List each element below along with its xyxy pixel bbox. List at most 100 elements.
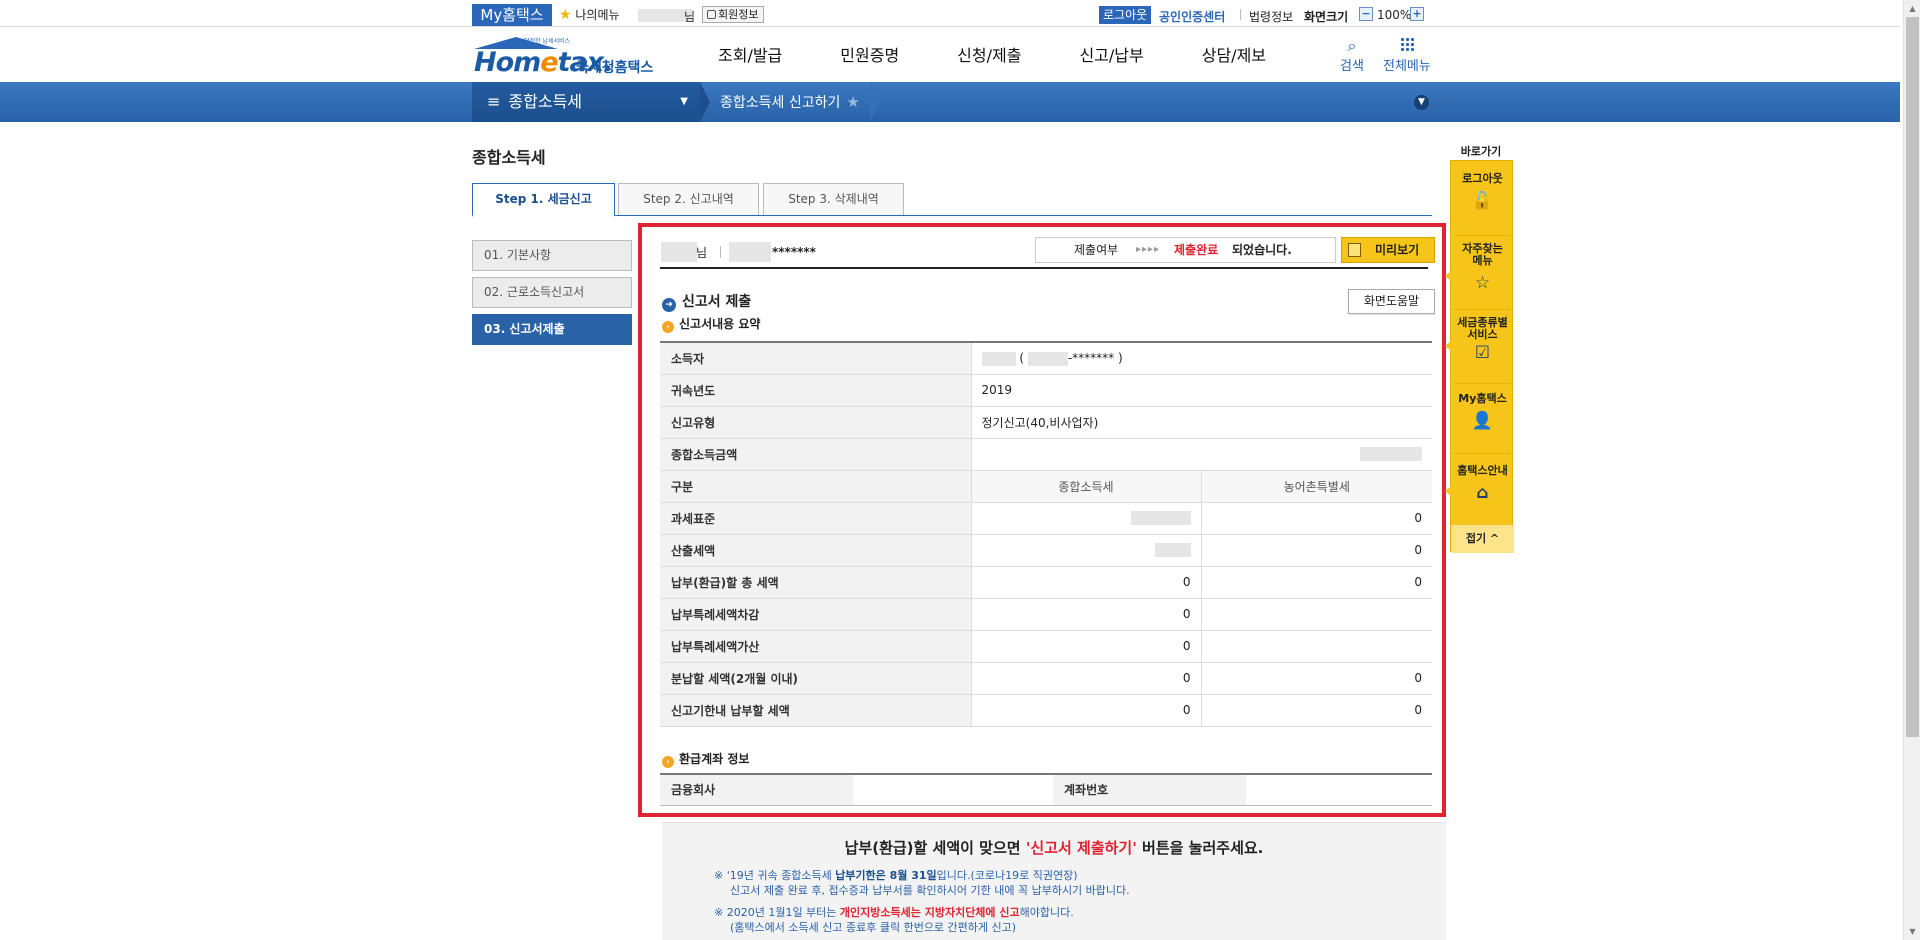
cell-value: 0 [1201,566,1432,599]
quick-logout[interactable]: 로그아웃 🔓 [1451,173,1514,212]
caret-down-icon: ▼ [680,96,688,107]
cell-value: 0 [1201,534,1432,567]
breadcrumb[interactable]: 종합소득세 신고하기 ★ [720,82,860,123]
grid-icon [1383,37,1431,55]
cert-center-link[interactable]: 공인인증센터 [1159,8,1225,25]
notice-line: ※ '19년 귀속 종합소득세 납부기한은 8월 31일입니다.(코로나19로 … [714,869,1078,882]
nav-item-certificate[interactable]: 민원증명 [840,47,899,65]
notice-line: ※ 2020년 1월1일 부터는 개인지방소득세는 지방자치단체에 신고해야합니… [714,906,1074,919]
summary-subtitle: › 신고서내용 요약 [662,315,760,333]
table-row: 소득자 ( -******* ) [660,342,1432,375]
row-label: 납부특례세액가산 [660,630,972,663]
member-info-button[interactable]: 회원정보 [702,6,765,23]
cell-value: 0 [971,694,1202,727]
law-info-link[interactable]: 법령정보 [1249,8,1293,25]
table-row: 구분 종합소득세 농어촌특별세 [660,470,1432,503]
row-label: 신고기한내 납부할 세액 [660,694,972,727]
breadcrumb-end-arrow [870,82,880,122]
scroll-up-icon[interactable]: ▲ [1904,0,1920,17]
refund-subtitle: › 환급계좌 정보 [662,750,749,768]
masked-value [971,438,1432,471]
row-label: 납부(환급)할 총 세액 [660,566,972,599]
zoom-value: 100% [1377,8,1412,22]
submission-panel: 님 ******* 제출여부 ▸▸▸▸ 제출완료 되었습니다. 미리보기 ➜ 신고… [638,223,1446,817]
cell-value: 0 [1201,502,1432,535]
hometax-logo[interactable]: 안전한 납세서비스 Hometax. 국세청홈택스 [472,35,672,78]
screen-help-button[interactable]: 화면도움말 [1348,289,1435,314]
username-suffix: 님 [684,10,696,24]
quick-favorite-menu[interactable]: 자주찾는메뉴 ☆ [1451,243,1514,294]
all-menu-label: 전체메뉴 [1383,59,1431,74]
divider [1455,383,1510,384]
favorite-star-icon[interactable]: ★ [846,93,859,111]
chevron-down-icon[interactable]: ▼ [1414,95,1429,110]
step-item-submit[interactable]: 03. 신고서제출 [472,314,632,345]
utility-bar: My홈택스 ★ 나의메뉴 님 회원정보 로그아웃 공인인증센터 법령정보 화면크… [0,0,1900,27]
my-hometax-button[interactable]: My홈택스 [472,4,552,26]
nav-item-report-pay[interactable]: 신고/납부 [1079,47,1143,65]
side-step-list: 01. 기본사항 02. 근로소득신고서 03. 신고서제출 [472,240,632,351]
arrow-dots-icon: ▸▸▸▸ [1136,244,1161,255]
row-label: 금융회사 [660,774,853,805]
taxpayer-value: ( -******* ) [971,342,1432,375]
page: My홈택스 ★ 나의메뉴 님 회원정보 로그아웃 공인인증센터 법령정보 화면크… [0,0,1920,940]
zoom-out-button[interactable]: − [1359,7,1373,21]
masked-value [981,351,1016,366]
quick-hometax-guide[interactable]: 홈택스안내 ⌂ [1451,465,1514,504]
all-menu-button[interactable]: 전체메뉴 [1383,37,1431,74]
step-item-basic[interactable]: 01. 기본사항 [472,240,632,271]
preview-button[interactable]: 미리보기 [1341,237,1435,263]
search-label: 검색 [1340,59,1364,74]
cell-empty [1201,630,1432,663]
global-nav: 조회/발급 민원증명 신청/제출 신고/납부 상담/제보 [718,47,1324,65]
scroll-thumb[interactable] [1906,17,1919,737]
my-menu-link[interactable]: ★ 나의메뉴 [559,7,620,23]
vertical-scrollbar[interactable]: ▲ ▼ [1903,0,1920,940]
row-label: 분납할 세액(2개월 이내) [660,662,972,695]
search-button[interactable]: ⌕ 검색 [1340,37,1364,75]
breadcrumb-label: 종합소득세 신고하기 [720,95,841,111]
step-item-labor-income[interactable]: 02. 근로소득신고서 [472,277,632,308]
main-header: 안전한 납세서비스 Hometax. 국세청홈택스 조회/발급 민원증명 신청/… [0,27,1900,82]
user-icon: 👤 [1471,411,1494,431]
taxpayer-name-masked [661,242,697,262]
star-icon: ★ [559,7,572,23]
quick-fold-button[interactable]: 접기 ^ [1451,525,1514,553]
my-menu-label: 나의메뉴 [575,8,620,22]
status-label: 제출여부 [1074,243,1119,257]
status-rest-text: 되었습니다. [1232,243,1292,257]
nav-item-inquiry[interactable]: 조회/발급 [718,47,782,65]
quick-my-hometax[interactable]: My홈택스 👤 [1451,393,1514,432]
account-value [1246,774,1432,805]
zoom-in-button[interactable]: + [1410,7,1424,21]
cell-value: 0 [971,662,1202,695]
tab-step3[interactable]: Step 3. 삭제내역 [763,183,904,215]
table-row: 과세표준 0 [660,502,1432,535]
breadcrumb-arrow [700,82,710,122]
bank-value [853,774,1053,805]
row-label: 종합소득금액 [660,438,972,471]
current-menu-dropdown[interactable]: ≡ 종합소득세 ▼ [472,82,700,122]
tab-step1[interactable]: Step 1. 세금신고 [472,183,615,217]
table-row: 납부특례세액차감 0 [660,598,1432,631]
table-row: 신고유형 정기신고(40,비사업자) [660,406,1432,439]
logo-slogan: 안전한 납세서비스 [524,38,571,45]
tab-step2[interactable]: Step 2. 신고내역 [618,183,759,215]
table-row: 산출세액 0 [660,534,1432,567]
notice-headline: 납부(환급)할 세액이 맞으면 '신고서 제출하기' 버튼을 눌러주세요. [844,839,1264,857]
cell-value: 0 [1201,694,1432,727]
scroll-down-icon[interactable]: ▼ [1904,923,1920,940]
logout-button[interactable]: 로그아웃 [1099,6,1152,24]
nav-item-apply[interactable]: 신청/제출 [957,47,1021,65]
row-label: 소득자 [660,342,972,375]
status-done-text: 제출완료 [1174,243,1219,257]
quick-tax-type-service[interactable]: 세금종류별서비스 ☑ [1451,317,1514,364]
nav-item-consult[interactable]: 상담/제보 [1202,47,1266,65]
taxpayer-id-masked [729,242,771,262]
checkbox-icon: ☑ [1474,343,1491,363]
hamburger-icon: ≡ [487,92,501,111]
unlock-icon: 🔓 [1471,191,1494,211]
person-icon [707,10,716,19]
step-tabs: Step 1. 세금신고 Step 2. 신고내역 Step 3. 삭제내역 [472,183,1432,217]
divider [1455,235,1510,236]
